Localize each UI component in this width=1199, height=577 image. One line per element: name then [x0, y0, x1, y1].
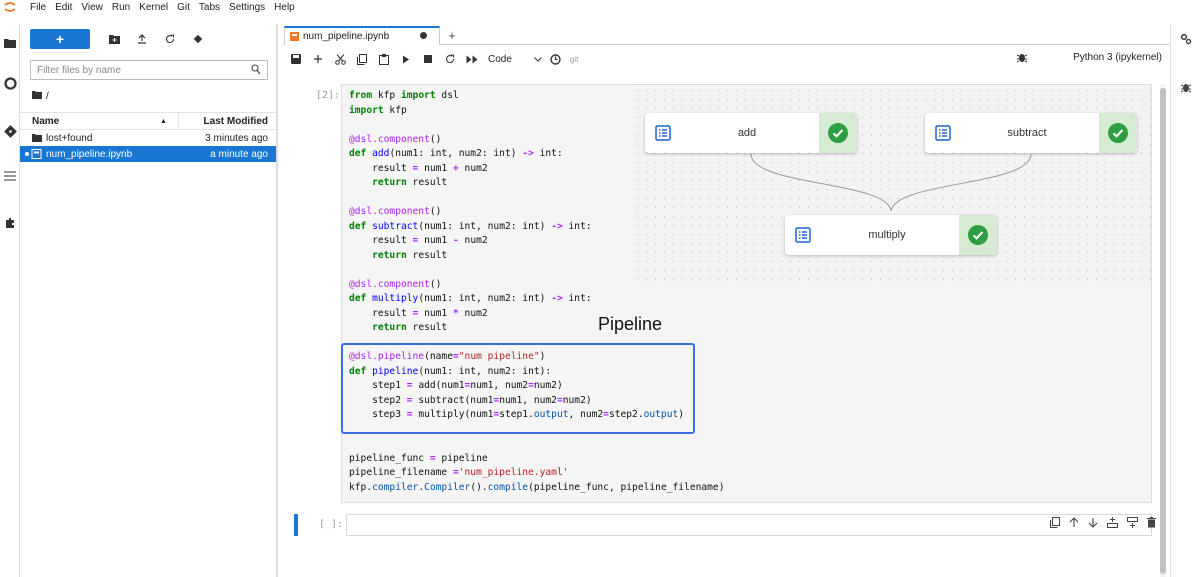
task-list-icon [795, 227, 811, 243]
menu-view[interactable]: View [81, 2, 103, 13]
pipeline-annotation-label: Pipeline [598, 314, 663, 334]
filter-files-input[interactable]: Filter files by name [30, 60, 268, 80]
sort-ascending-icon: ▲ [160, 117, 167, 125]
file-name: num_pipeline.ipynb [46, 148, 133, 160]
file-row-num-pipeline[interactable]: num_pipeline.ipynb a minute ago [20, 146, 276, 162]
duplicate-cell-icon[interactable] [1050, 517, 1060, 531]
file-list-header: Name ▲ Last Modified [20, 112, 276, 130]
cell-type-value: Code [488, 53, 512, 65]
jupyter-logo-icon [3, 1, 17, 13]
copy-icon[interactable] [354, 51, 370, 67]
file-modified: 3 minutes ago [205, 132, 268, 144]
node-label: subtract [1007, 127, 1047, 139]
notebook-icon [24, 149, 42, 159]
file-modified: a minute ago [210, 148, 268, 160]
restart-icon[interactable] [442, 51, 458, 67]
cell-prompt: [2]: [316, 90, 341, 101]
pipeline-graph: add subtract multiply [633, 86, 1151, 286]
new-launcher-button[interactable]: + [30, 29, 90, 49]
insert-above-icon[interactable] [1107, 517, 1118, 531]
menu-git[interactable]: Git [177, 2, 190, 13]
stop-icon[interactable] [420, 51, 436, 67]
menu-edit[interactable]: Edit [55, 2, 72, 13]
empty-cell-prompt: [ ]: [319, 519, 344, 530]
git-icon[interactable] [3, 124, 17, 138]
pipeline-highlight-box [341, 343, 695, 434]
delete-cell-icon[interactable] [1147, 517, 1156, 531]
unsaved-indicator[interactable] [420, 32, 427, 39]
refresh-icon[interactable] [160, 29, 180, 49]
success-check-icon [959, 215, 997, 255]
kernel-label: Python 3 (ipykernel) [1073, 52, 1162, 63]
column-name[interactable]: Name [32, 116, 59, 127]
new-folder-icon[interactable] [104, 29, 124, 49]
left-activity-bar [0, 24, 20, 577]
restart-run-all-icon[interactable] [464, 51, 480, 67]
column-divider[interactable] [178, 113, 179, 129]
menu-kernel[interactable]: Kernel [139, 2, 168, 13]
property-inspector-icon[interactable] [1179, 32, 1193, 46]
save-icon[interactable] [288, 51, 304, 67]
notebook-scrollbar[interactable] [1160, 84, 1166, 577]
clock-icon[interactable] [548, 51, 564, 67]
insert-cell-icon[interactable] [310, 51, 326, 67]
tab-num-pipeline[interactable]: num_pipeline.ipynb [284, 26, 440, 45]
menu-tabs[interactable]: Tabs [199, 2, 220, 13]
success-check-icon [1099, 113, 1137, 153]
menu-file[interactable]: File [30, 2, 46, 13]
menu-help[interactable]: Help [274, 2, 295, 13]
active-cell-indicator [294, 514, 298, 536]
node-add[interactable]: add [645, 113, 857, 153]
search-icon [251, 64, 261, 78]
file-browser: + Filter files by name / Name ▲ Last Mod… [20, 24, 278, 577]
kernel-name[interactable]: Python 3 (ipykernel) [1073, 52, 1162, 63]
debugger-icon[interactable] [1179, 80, 1193, 94]
node-subtract[interactable]: subtract [925, 113, 1137, 153]
breadcrumb[interactable]: / [32, 91, 276, 102]
tab-title: num_pipeline.ipynb [303, 31, 390, 42]
file-name: lost+found [46, 132, 93, 144]
filter-placeholder: Filter files by name [37, 64, 121, 76]
right-sidebar [1170, 24, 1199, 577]
node-multiply[interactable]: multiply [785, 215, 997, 255]
success-check-icon [819, 113, 857, 153]
run-icon[interactable] [398, 51, 414, 67]
menu-bar: File Edit View Run Kernel Git Tabs Setti… [0, 0, 1199, 14]
file-row-lost-found[interactable]: lost+found 3 minutes ago [20, 130, 276, 146]
breadcrumb-path: / [46, 91, 49, 102]
git-label[interactable]: git [570, 55, 578, 64]
task-list-icon [935, 125, 951, 141]
insert-below-icon[interactable] [1127, 517, 1138, 531]
task-list-icon [655, 125, 671, 141]
running-icon[interactable] [3, 76, 17, 90]
chevron-down-icon [534, 54, 542, 65]
node-label: add [737, 127, 757, 139]
notebook-toolbar: Code git Python 3 (ipykernel) [283, 46, 1199, 72]
paste-icon[interactable] [376, 51, 392, 67]
debugger-icon[interactable] [1016, 52, 1028, 66]
cell-type-dropdown[interactable]: Code [488, 54, 542, 65]
scrollbar-thumb[interactable] [1160, 88, 1166, 574]
move-up-icon[interactable] [1069, 517, 1079, 531]
document-tab-bar: num_pipeline.ipynb + [283, 24, 1199, 45]
notebook-icon [290, 32, 299, 41]
upload-icon[interactable] [132, 29, 152, 49]
move-down-icon[interactable] [1088, 517, 1098, 531]
file-browser-toolbar: + [20, 24, 276, 54]
cut-icon[interactable] [332, 51, 348, 67]
folder-icon[interactable] [3, 36, 17, 50]
cell-toolbar [1050, 517, 1156, 531]
add-tab-button[interactable]: + [444, 28, 460, 43]
toc-icon[interactable] [3, 169, 17, 183]
menu-settings[interactable]: Settings [229, 2, 265, 13]
folder-icon [32, 134, 42, 142]
node-label: multiply [868, 229, 906, 241]
empty-code-cell[interactable] [346, 514, 1152, 536]
folder-icon [32, 91, 42, 102]
extension-icon[interactable] [3, 216, 17, 230]
git-clone-icon[interactable] [188, 29, 208, 49]
column-last-modified[interactable]: Last Modified [204, 116, 268, 127]
menu-run[interactable]: Run [112, 2, 130, 13]
